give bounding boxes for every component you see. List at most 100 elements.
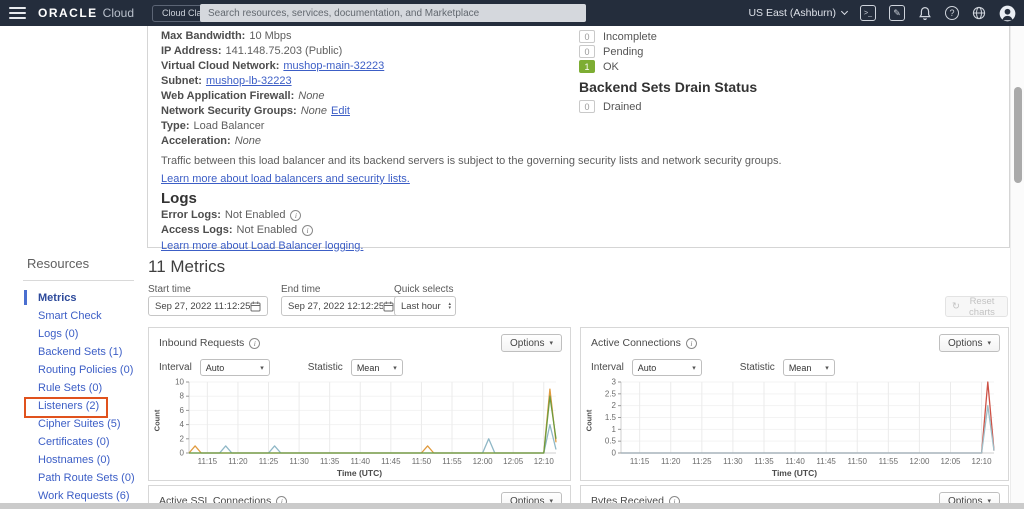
log-value: Not Enabled [225,208,286,223]
start-time-input[interactable]: Sep 27, 2022 11:12:25 UTC [148,296,268,316]
status-label: Incomplete [603,31,657,43]
caret-down-icon: ▾ [686,364,696,372]
status-count-badge: 1 [579,60,595,73]
info-icon[interactable]: i [302,225,313,236]
statistic-select[interactable]: Mean▾ [783,359,835,376]
sidebar-item-logs-0[interactable]: Logs (0) [15,325,135,343]
chart-header: Active Connections i Options ▾ [591,334,1000,352]
chart-card-inbound-requests: Inbound Requests i Options▾ Interval Auto▾ St… [148,327,571,481]
start-time-label: Start time [148,284,191,295]
hamburger-menu-icon[interactable] [9,7,26,19]
vertical-scrollbar[interactable] [1010,26,1024,509]
chart-ylabel: Count [153,401,162,441]
svg-text:12:00: 12:00 [909,457,930,466]
interval-select[interactable]: Auto▾ [632,359,702,376]
edit-pencil-icon[interactable]: ✎ [889,5,905,21]
detail-label: Web Application Firewall: [161,90,294,102]
chart-title: Inbound Requests [159,337,244,349]
svg-text:11:40: 11:40 [785,457,805,466]
chart-options-button[interactable]: Options▾ [501,334,562,352]
svg-text:11:15: 11:15 [630,457,650,466]
svg-text:11:55: 11:55 [879,457,899,466]
sidebar-item-backend-sets-1[interactable]: Backend Sets (1) [15,343,135,361]
sidebar-item-hostnames-0[interactable]: Hostnames (0) [15,451,135,469]
end-time-input[interactable]: Sep 27, 2022 12:12:25 UTC [281,296,401,316]
detail-value: 10 Mbps [249,30,291,42]
quick-selects-label: Quick selects [394,284,453,295]
spinner-icon: ▴▾ [448,302,451,310]
svg-text:3: 3 [612,378,617,387]
detail-link[interactable]: mushop-lb-32223 [206,75,292,87]
svg-text:12:10: 12:10 [972,457,993,466]
quick-selects-dropdown[interactable]: Last hour ▴▾ [394,296,456,316]
svg-text:8: 8 [180,392,185,401]
learn-logging-link[interactable]: Learn more about Load Balancer logging. [161,240,363,252]
statistic-label: Statistic [308,362,343,373]
detail-link[interactable]: Edit [331,105,350,117]
chart-options-button[interactable]: Options ▾ [939,334,1000,352]
svg-text:11:55: 11:55 [442,457,462,466]
interval-label: Interval [159,362,192,373]
sidebar-item-cipher-suites-5[interactable]: Cipher Suites (5) [15,415,135,433]
error-logs-row: Error Logs:Not Enabledi [161,208,782,223]
sidebar-item-rule-sets-0[interactable]: Rule Sets (0) [15,379,135,397]
language-globe-icon[interactable] [972,6,986,20]
logs-heading: Logs [161,189,782,208]
info-icon[interactable]: i [249,338,260,349]
interval-select[interactable]: Auto▾ [200,359,270,376]
sidebar-item-listeners-2[interactable]: Listeners (2) [15,397,135,415]
log-label: Access Logs: [161,223,233,238]
cloud-shell-icon[interactable]: >_ [860,5,876,21]
detail-link[interactable]: mushop-main-32223 [283,60,384,72]
detail-label: IP Address: [161,45,222,57]
svg-text:12:05: 12:05 [940,457,961,466]
learn-security-row: Learn more about load balancers and secu… [161,172,782,186]
learn-security-link[interactable]: Learn more about load balancers and secu… [161,173,410,185]
svg-text:0: 0 [180,449,185,458]
detail-label: Subnet: [161,75,202,87]
help-icon[interactable]: ? [945,6,959,20]
status-label: Drained [603,101,642,113]
status-label: OK [603,61,619,73]
traffic-note: Traffic between this load balancer and i… [161,154,782,169]
statistic-select[interactable]: Mean▾ [351,359,403,376]
top-navigation-bar: ORACLE Cloud Cloud Classic› US East (Ash… [0,0,1024,26]
status-count-badge: 0 [579,45,595,58]
status-row: 0Pending [579,44,757,59]
options-label: Options [948,338,982,349]
caret-down-icon: ▾ [987,339,991,347]
reset-charts-button[interactable]: ↻ Reset charts [945,296,1008,317]
chart-card-active-connections: Active ConnectionsiOptions▾IntervalAuto▾… [580,327,1009,481]
svg-text:1: 1 [612,425,617,434]
region-selector[interactable]: US East (Ashburn) [748,7,847,19]
svg-text:2.5: 2.5 [605,389,617,398]
brand-cloud: Cloud [103,6,134,20]
resources-divider [23,280,134,281]
info-icon[interactable]: i [290,210,301,221]
sidebar-item-metrics[interactable]: Metrics [15,289,135,307]
sidebar-item-smart-check[interactable]: Smart Check [15,307,135,325]
detail-label: Type: [161,120,190,132]
chart-xlabel: Time (UTC) [149,468,570,478]
chevron-down-icon [841,8,848,15]
detail-field: Acceleration:None [161,134,782,149]
oracle-cloud-logo[interactable]: ORACLE Cloud [38,6,134,20]
chart-header: Inbound Requests i Options▾ [159,334,562,352]
search-input[interactable] [200,4,586,22]
svg-text:11:45: 11:45 [816,457,836,466]
chart-plot: 11:1511:2011:2511:3011:3511:4011:4511:50… [155,378,564,468]
chart-series-orange-series [189,389,556,453]
calendar-icon[interactable] [250,301,261,312]
calendar-icon[interactable] [383,301,394,312]
oracle-cloud-console: ORACLE Cloud Cloud Classic› US East (Ash… [0,0,1024,509]
user-avatar[interactable] [999,5,1016,22]
sidebar-item-certificates-0[interactable]: Certificates (0) [15,433,135,451]
notifications-bell-icon[interactable] [918,6,932,21]
svg-text:11:40: 11:40 [351,457,371,466]
sidebar-item-routing-policies-0[interactable]: Routing Policies (0) [15,361,135,379]
chart-title: Active Connections [591,337,681,349]
scrollbar-thumb[interactable] [1014,87,1022,183]
info-icon[interactable]: i [686,338,697,349]
chart-plot: 11:1511:2011:2511:3011:3511:4011:4511:50… [587,378,1002,468]
sidebar-item-path-route-sets-0[interactable]: Path Route Sets (0) [15,469,135,487]
